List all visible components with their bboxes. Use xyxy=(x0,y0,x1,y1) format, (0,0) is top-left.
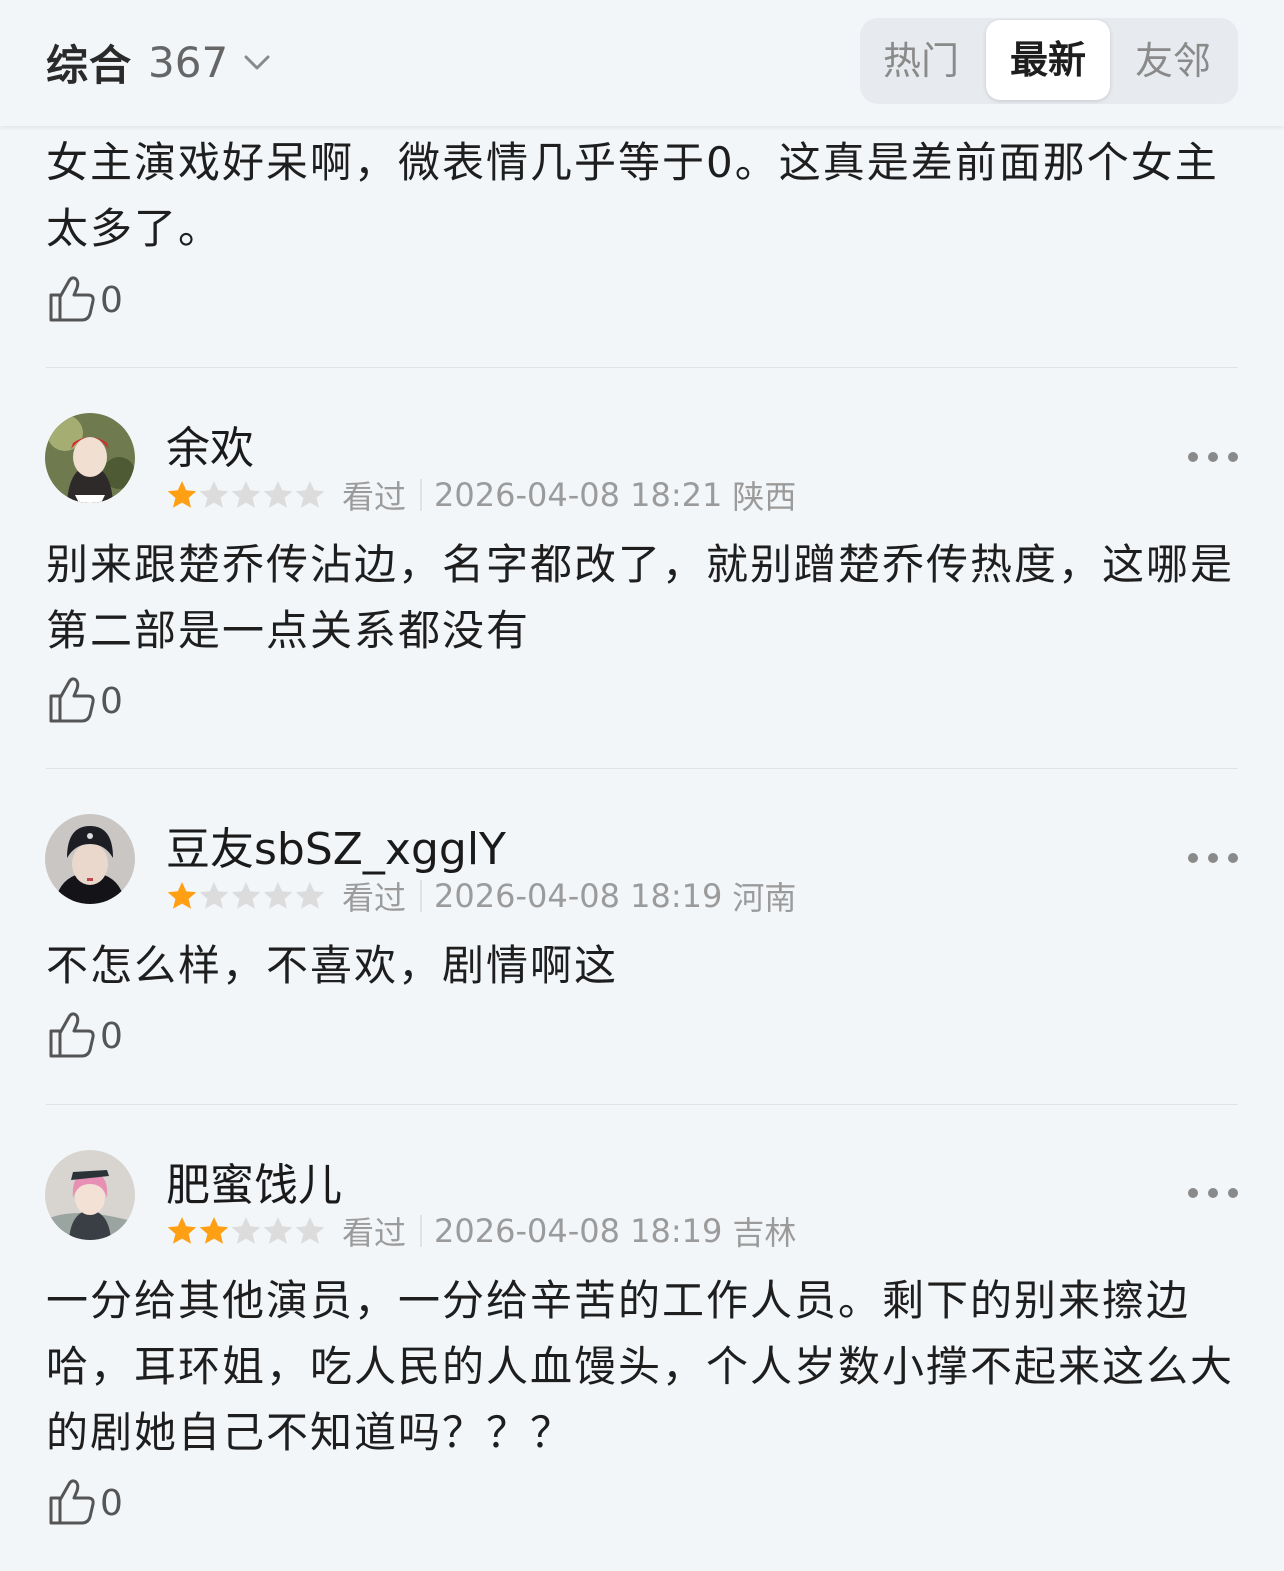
review-location: 河南 xyxy=(732,879,797,917)
filter-tabs: 热门 最新 友邻 xyxy=(860,18,1238,104)
divider xyxy=(46,1104,1238,1105)
star-icon xyxy=(230,1215,262,1247)
chevron-down-icon xyxy=(242,47,272,77)
sort-selector[interactable]: 综合 367 xyxy=(46,34,272,90)
star-icon xyxy=(230,479,262,511)
avatar[interactable] xyxy=(45,1150,135,1240)
review-datetime: 2026-04-08 18:19 xyxy=(434,1212,723,1250)
username[interactable]: 肥蜜饯儿 xyxy=(166,1149,342,1213)
like-count: 0 xyxy=(100,1015,123,1057)
meta-separator xyxy=(420,880,423,912)
like-count: 0 xyxy=(100,279,123,321)
review-location: 吉林 xyxy=(732,1214,797,1252)
more-dots-icon[interactable] xyxy=(1188,445,1238,469)
watch-status: 看过 xyxy=(342,1214,407,1252)
sort-label: 综合 xyxy=(46,40,133,90)
review-datetime: 2026-04-08 18:21 xyxy=(434,476,723,514)
like-button[interactable]: 0 xyxy=(48,1010,123,1062)
rating-stars xyxy=(166,1215,326,1247)
username[interactable]: 余欢 xyxy=(166,412,254,476)
review-location: 陕西 xyxy=(732,478,797,516)
like-button[interactable]: 0 xyxy=(48,1477,123,1529)
review-meta: 看过 2026-04-08 18:19 吉林 xyxy=(166,1211,797,1252)
tab-friends[interactable]: 友邻 xyxy=(1112,18,1234,104)
more-dots-icon[interactable] xyxy=(1188,1181,1238,1205)
star-icon xyxy=(198,880,230,912)
star-icon xyxy=(294,1215,326,1247)
star-icon xyxy=(198,1215,230,1247)
username[interactable]: 豆友sbSZ_xgglY xyxy=(166,813,506,877)
avatar[interactable] xyxy=(45,814,135,904)
review-content: 女主演戏好呆啊，微表情几乎等于0。这真是差前面那个女主太多了。 xyxy=(46,138,1219,253)
review-meta: 看过 2026-04-08 18:19 河南 xyxy=(166,876,797,917)
star-icon xyxy=(166,479,198,511)
divider xyxy=(46,367,1238,368)
star-icon xyxy=(262,479,294,511)
divider xyxy=(46,768,1238,769)
meta-separator xyxy=(420,1215,423,1247)
tab-hot[interactable]: 热门 xyxy=(860,18,982,104)
watch-status: 看过 xyxy=(342,879,407,917)
thumbs-up-icon xyxy=(48,273,96,327)
comment-count: 367 xyxy=(148,37,229,87)
like-button[interactable]: 0 xyxy=(48,274,123,326)
star-icon xyxy=(166,880,198,912)
review-content: 不怎么样，不喜欢，剧情啊这 xyxy=(46,941,619,990)
star-icon xyxy=(198,479,230,511)
star-icon xyxy=(294,880,326,912)
star-icon xyxy=(262,1215,294,1247)
comments-header: 综合 367 热门 最新 友邻 xyxy=(0,0,1284,126)
thumbs-up-icon xyxy=(48,1476,96,1530)
meta-separator xyxy=(420,479,423,511)
star-icon xyxy=(294,479,326,511)
thumbs-up-icon xyxy=(48,674,96,728)
thumbs-up-icon xyxy=(48,1009,96,1063)
more-dots-icon[interactable] xyxy=(1188,846,1238,870)
star-icon xyxy=(230,880,262,912)
review-content: 别来跟楚乔传沾边，名字都改了，就别蹭楚乔传热度，这哪是第二部是一点关系都没有 xyxy=(46,540,1235,655)
avatar[interactable] xyxy=(45,413,135,503)
star-icon xyxy=(262,880,294,912)
tab-latest[interactable]: 最新 xyxy=(986,20,1110,100)
like-count: 0 xyxy=(100,680,123,722)
review-datetime: 2026-04-08 18:19 xyxy=(434,877,723,915)
star-icon xyxy=(166,1215,198,1247)
rating-stars xyxy=(166,479,326,511)
review-meta: 看过 2026-04-08 18:21 陕西 xyxy=(166,475,797,516)
review-content: 一分给其他演员，一分给辛苦的工作人员。剩下的别来擦边哈，耳环姐，吃人民的人血馒头… xyxy=(46,1276,1235,1457)
like-count: 0 xyxy=(100,1482,123,1524)
watch-status: 看过 xyxy=(342,478,407,516)
rating-stars xyxy=(166,880,326,912)
like-button[interactable]: 0 xyxy=(48,675,123,727)
